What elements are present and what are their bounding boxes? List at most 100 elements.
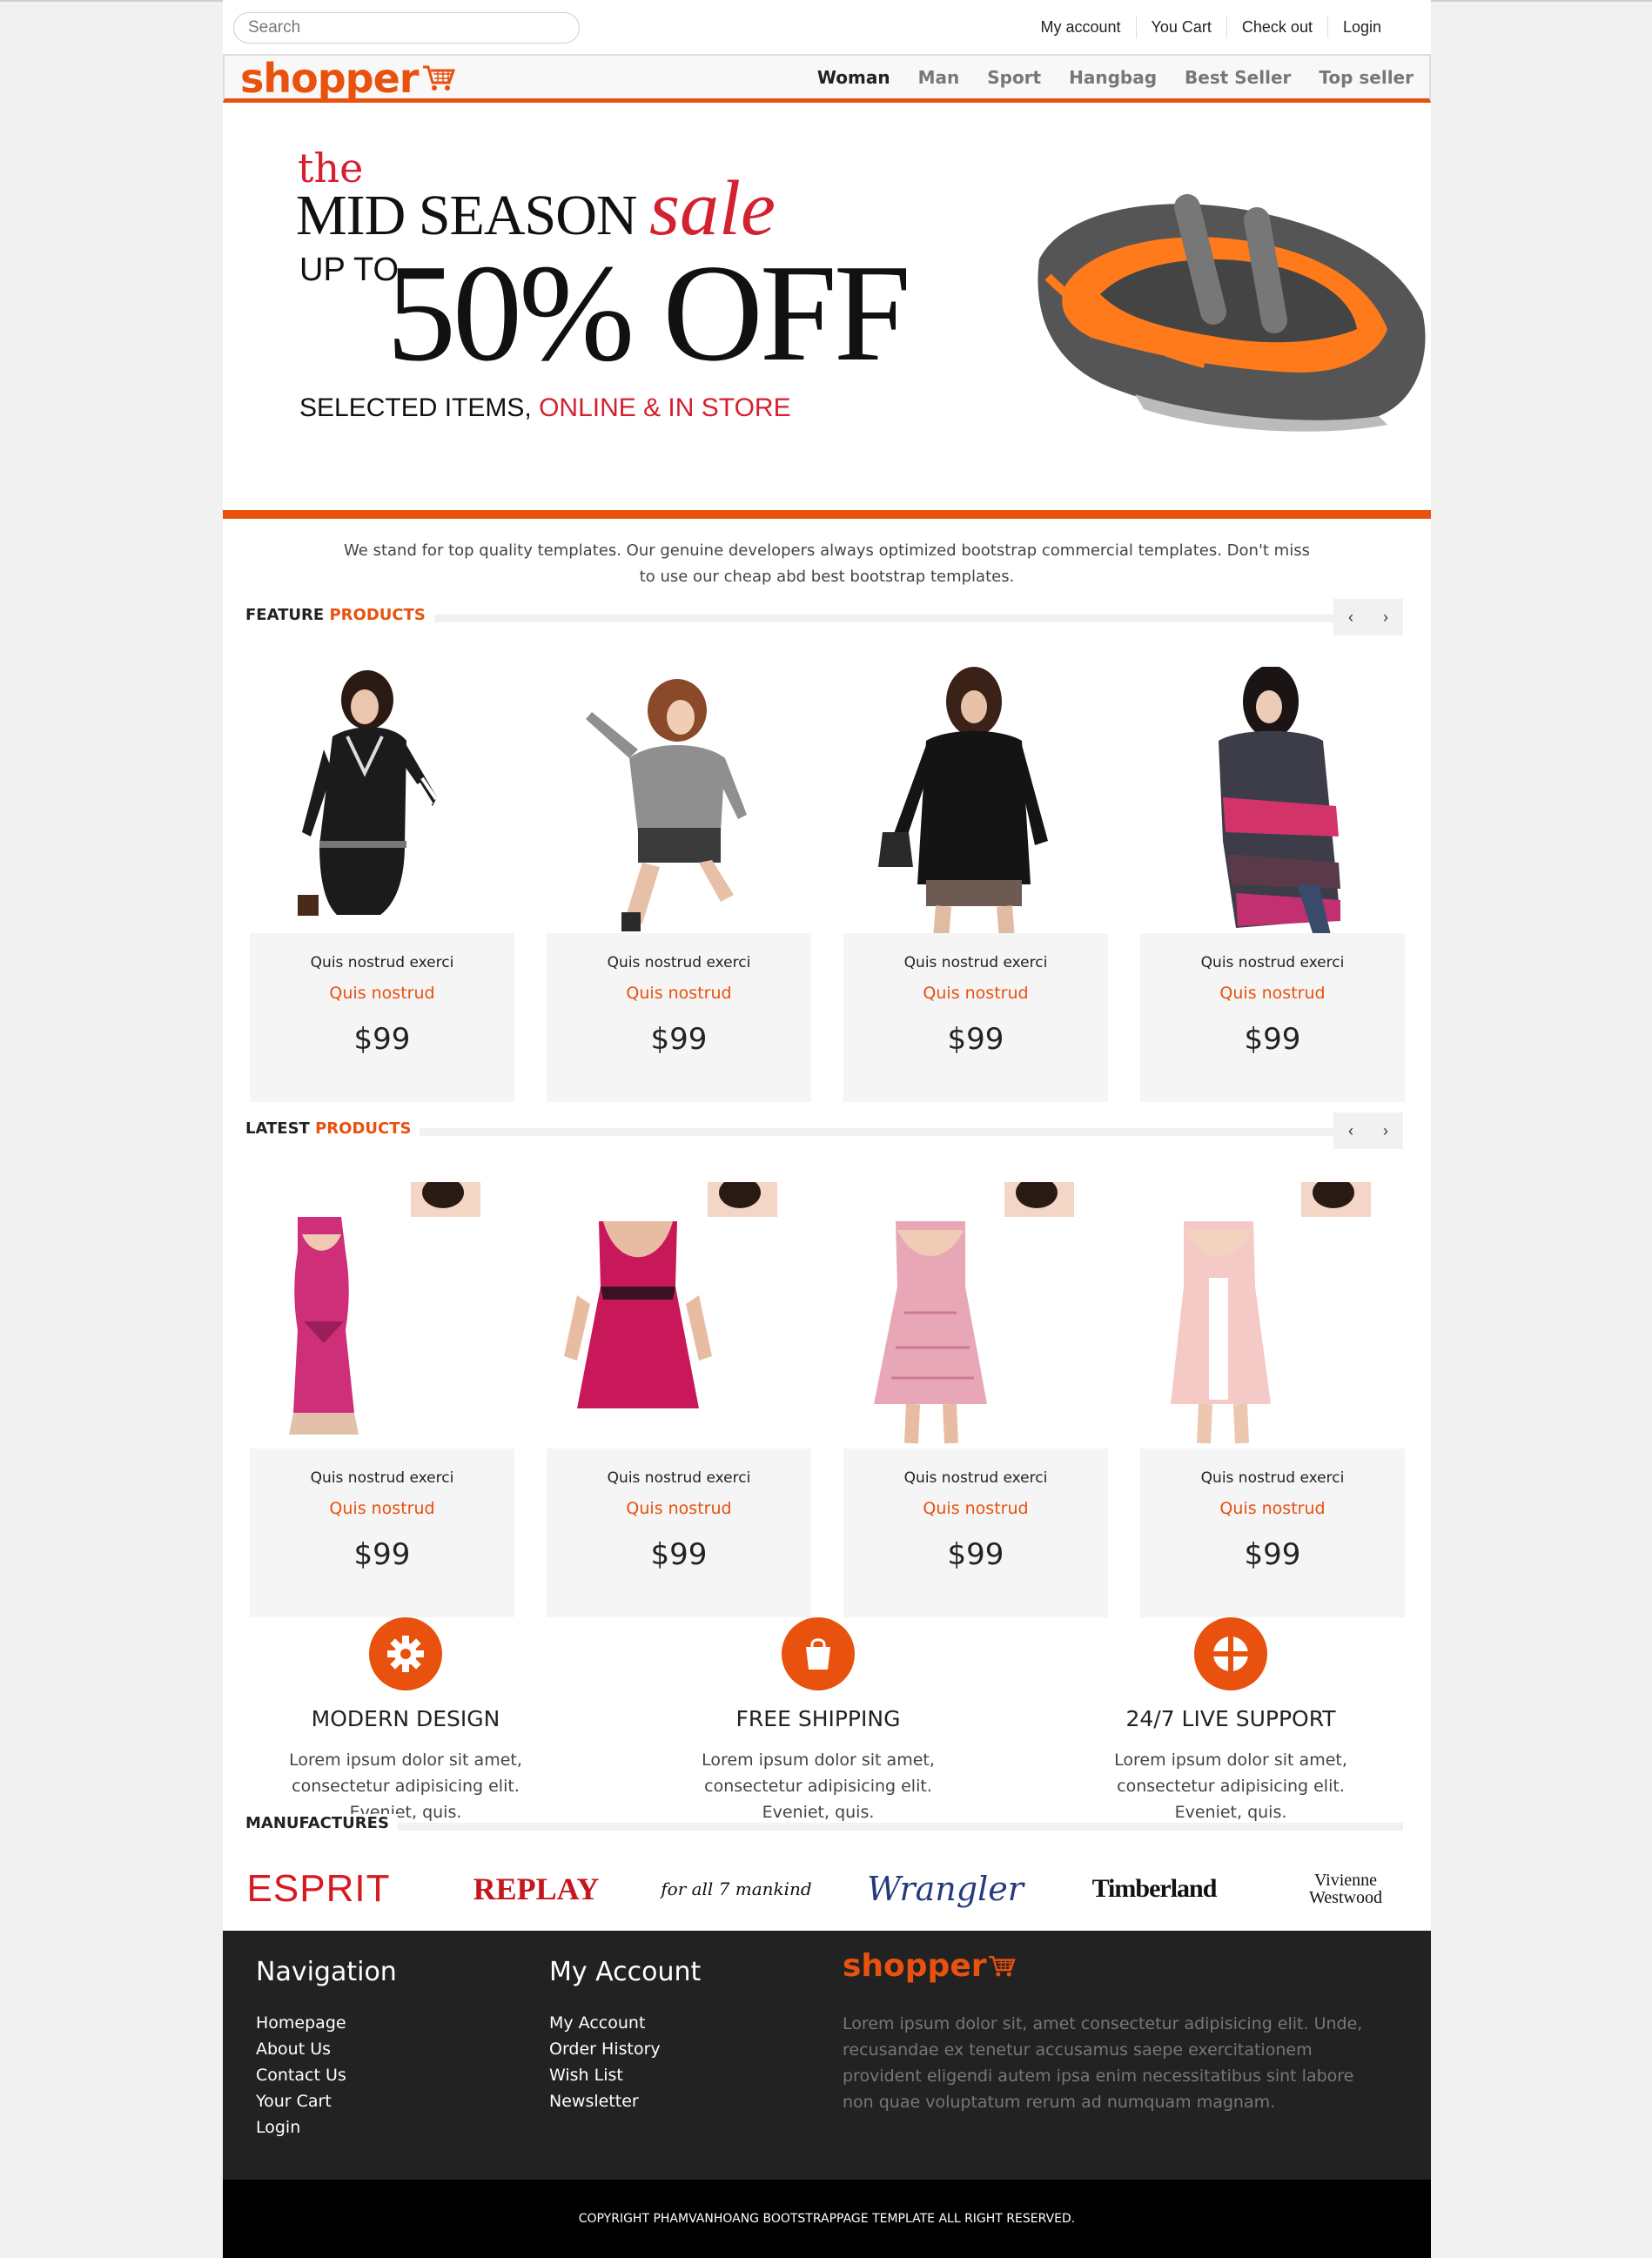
product-subtitle: Quis nostrud bbox=[329, 984, 435, 1003]
section-title: LATEST PRODUCTS bbox=[245, 1119, 420, 1138]
product-photo bbox=[878, 667, 1048, 938]
brand-vivienne-westwood-logo[interactable]: Vivienne Westwood bbox=[1276, 1863, 1415, 1915]
site-logo[interactable]: shopper bbox=[240, 57, 456, 99]
nav-woman[interactable]: Woman bbox=[803, 64, 904, 91]
product-price: $99 bbox=[1244, 1537, 1301, 1572]
footer-link-your-cart[interactable]: Your Cart bbox=[256, 2088, 397, 2114]
copyright-bar: COPYRIGHT PHAMVANHOANG BOOTSTRAPPAGE TEM… bbox=[223, 2180, 1431, 2258]
footer-link-contact-us[interactable]: Contact Us bbox=[256, 2062, 397, 2088]
product-card[interactable]: Quis nostrud exerci Quis nostrud $99 bbox=[547, 667, 811, 1102]
next-arrow-icon[interactable]: › bbox=[1368, 599, 1403, 635]
product-name[interactable]: Quis nostrud exerci bbox=[843, 954, 1108, 971]
product-photo bbox=[1171, 1182, 1371, 1444]
product-card[interactable]: Quis nostrud exerci Quis nostrud $99 bbox=[250, 667, 514, 1102]
brand-wrangler-logo[interactable]: Wrangler bbox=[867, 1863, 1024, 1915]
product-card[interactable]: Quis nostrud exerci Quis nostrud $99 bbox=[1140, 667, 1405, 1102]
product-subtitle: Quis nostrud bbox=[626, 984, 732, 1003]
product-info: Quis nostrud exerci Quis nostrud $99 bbox=[1140, 1448, 1405, 1617]
nav-sport[interactable]: Sport bbox=[973, 64, 1055, 91]
footer-link-about-us[interactable]: About Us bbox=[256, 2036, 397, 2062]
footer-navigation: Navigation Homepage About Us Contact Us … bbox=[256, 1957, 397, 2140]
footer-link-login[interactable]: Login bbox=[256, 2114, 397, 2140]
footer-link-order-history[interactable]: Order History bbox=[549, 2036, 701, 2062]
product-name[interactable]: Quis nostrud exerci bbox=[250, 954, 514, 971]
my-account-link[interactable]: My account bbox=[1025, 16, 1137, 38]
product-info: Quis nostrud exerci Quis nostrud $99 bbox=[250, 1448, 514, 1617]
banner-selected-items: SELECTED ITEMS, ONLINE & IN STORE bbox=[299, 393, 791, 423]
manufactures-heading: MANUFACTURES bbox=[245, 1809, 1403, 1835]
section-rule bbox=[245, 1823, 1403, 1831]
section-title-accent: PRODUCTS bbox=[329, 606, 426, 624]
product-photo bbox=[1219, 667, 1340, 938]
product-info: Quis nostrud exerci Quis nostrud $99 bbox=[843, 1448, 1108, 1617]
product-name[interactable]: Quis nostrud exerci bbox=[547, 1469, 811, 1487]
product-subtitle: Quis nostrud bbox=[329, 1499, 435, 1518]
product-name[interactable]: Quis nostrud exerci bbox=[547, 954, 811, 971]
prev-arrow-icon[interactable]: ‹ bbox=[1333, 599, 1368, 635]
shopping-bag-icon bbox=[782, 1617, 855, 1690]
next-arrow-icon[interactable]: › bbox=[1368, 1112, 1403, 1149]
brand-replay-logo[interactable]: REPLAY bbox=[440, 1863, 632, 1915]
product-photo bbox=[874, 1182, 1074, 1444]
nav-best-seller[interactable]: Best Seller bbox=[1171, 64, 1305, 91]
brand-logos: ESPRIT REPLAY for all 7 mankind Wrangler… bbox=[240, 1863, 1407, 1915]
footer-link-wish-list[interactable]: Wish List bbox=[549, 2062, 701, 2088]
product-price: $99 bbox=[1244, 1022, 1301, 1057]
product-price: $99 bbox=[650, 1537, 708, 1572]
banner-divider bbox=[223, 510, 1431, 519]
nav-top-seller[interactable]: Top seller bbox=[1305, 64, 1427, 91]
product-info: Quis nostrud exerci Quis nostrud $99 bbox=[547, 933, 811, 1102]
banner-up-to: UP TO bbox=[299, 252, 400, 288]
cart-icon bbox=[988, 1955, 1016, 1977]
product-subtitle: Quis nostrud bbox=[1219, 1499, 1326, 1518]
brand-timberland-logo[interactable]: Timberland bbox=[1067, 1863, 1241, 1915]
product-price: $99 bbox=[947, 1022, 1004, 1057]
product-info: Quis nostrud exerci Quis nostrud $99 bbox=[250, 933, 514, 1102]
product-name[interactable]: Quis nostrud exerci bbox=[250, 1469, 514, 1487]
latest-products-grid: Quis nostrud exerci Quis nostrud $99 Qui… bbox=[250, 1182, 1407, 1617]
product-name[interactable]: Quis nostrud exerci bbox=[1140, 1469, 1405, 1487]
product-price: $99 bbox=[947, 1537, 1004, 1572]
product-card[interactable]: Quis nostrud exerci Quis nostrud $99 bbox=[250, 1182, 514, 1617]
hero-banner[interactable]: the MID SEASON sale UP TO 50% OFF SELECT… bbox=[223, 103, 1431, 512]
product-name[interactable]: Quis nostrud exerci bbox=[843, 1469, 1108, 1487]
brand-7-for-all-mankind-logo[interactable]: for all 7 mankind bbox=[658, 1863, 815, 1915]
product-card[interactable]: Quis nostrud exerci Quis nostrud $99 bbox=[1140, 1182, 1405, 1617]
banner-discount: 50% OFF bbox=[386, 235, 911, 390]
feature-products-grid: Quis nostrud exerci Quis nostrud $99 Qui… bbox=[250, 667, 1407, 1102]
section-title-word: LATEST bbox=[245, 1119, 310, 1138]
cart-icon bbox=[423, 65, 456, 91]
product-name[interactable]: Quis nostrud exerci bbox=[1140, 954, 1405, 971]
footer-link-my-account[interactable]: My Account bbox=[549, 2010, 701, 2036]
latest-products-heading: LATEST PRODUCTS ‹ › bbox=[245, 1112, 1403, 1149]
brand-esprit-logo[interactable]: ESPRIT bbox=[247, 1863, 390, 1915]
login-link[interactable]: Login bbox=[1328, 16, 1396, 38]
feature-title: FREE SHIPPING bbox=[735, 1706, 901, 1731]
search-input[interactable] bbox=[233, 12, 580, 44]
sandal-image bbox=[1038, 194, 1426, 432]
feature-products-heading: FEATURE PRODUCTS ‹ › bbox=[245, 599, 1403, 635]
intro-text: We stand for top quality templates. Our … bbox=[344, 541, 1310, 586]
section-title: FEATURE PRODUCTS bbox=[245, 606, 434, 624]
footer-link-homepage[interactable]: Homepage bbox=[256, 2010, 397, 2036]
category-nav: Woman Man Sport Hangbag Best Seller Top … bbox=[803, 64, 1427, 91]
footer-logo[interactable]: shopper bbox=[843, 1948, 1017, 1984]
site-footer: Navigation Homepage About Us Contact Us … bbox=[223, 1931, 1431, 2180]
gear-icon bbox=[369, 1617, 442, 1690]
product-price: $99 bbox=[650, 1022, 708, 1057]
product-price: $99 bbox=[353, 1022, 411, 1057]
product-photo bbox=[564, 1182, 777, 1408]
product-card[interactable]: Quis nostrud exerci Quis nostrud $99 bbox=[843, 1182, 1108, 1617]
nav-man[interactable]: Man bbox=[904, 64, 974, 91]
footer-nav-title: Navigation bbox=[256, 1957, 397, 1987]
prev-arrow-icon[interactable]: ‹ bbox=[1333, 1112, 1368, 1149]
footer-description: Lorem ipsum dolor sit, amet consectetur … bbox=[843, 2014, 1363, 2112]
feature-live-support: 24/7 LIVE SUPPORT Lorem ipsum dolor sit … bbox=[1048, 1617, 1414, 1825]
footer-link-newsletter[interactable]: Newsletter bbox=[549, 2088, 701, 2114]
product-card[interactable]: Quis nostrud exerci Quis nostrud $99 bbox=[547, 1182, 811, 1617]
your-cart-link[interactable]: You Cart bbox=[1137, 16, 1227, 38]
checkout-link[interactable]: Check out bbox=[1227, 16, 1328, 38]
product-subtitle: Quis nostrud bbox=[1219, 984, 1326, 1003]
nav-hangbag[interactable]: Hangbag bbox=[1055, 64, 1171, 91]
product-card[interactable]: Quis nostrud exerci Quis nostrud $99 bbox=[843, 667, 1108, 1102]
